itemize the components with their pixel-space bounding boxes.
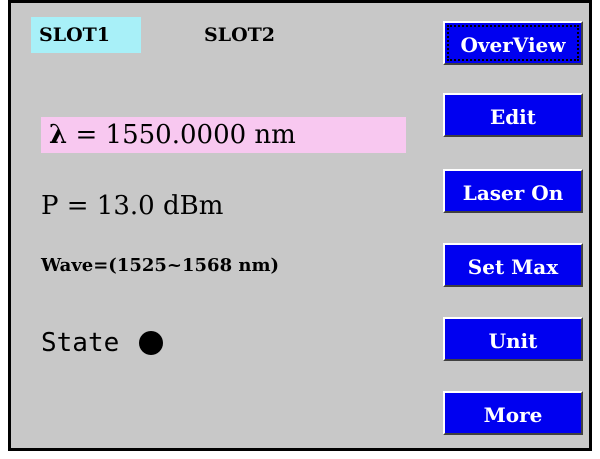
state-label: State: [41, 328, 120, 358]
wavelength-readout: λ = 1550.0000 nm: [41, 117, 406, 153]
wavelength-value: = 1550.0000 nm: [67, 120, 296, 150]
tab-slot1[interactable]: SLOT1: [31, 17, 141, 53]
power-readout: P = 13.0 dBm: [41, 191, 224, 221]
lambda-symbol: λ: [49, 120, 68, 150]
instrument-screen: SLOT1 SLOT2 λ = 1550.0000 nm P = 13.0 dB…: [8, 0, 592, 451]
set-max-button[interactable]: Set Max: [443, 243, 583, 287]
unit-button[interactable]: Unit: [443, 317, 583, 361]
more-button[interactable]: More: [443, 391, 583, 435]
edit-button[interactable]: Edit: [443, 93, 583, 137]
wavelength-range: Wave=(1525~1568 nm): [41, 255, 280, 276]
state-indicator-icon: [139, 331, 164, 355]
state-row: State: [41, 328, 164, 358]
overview-button[interactable]: OverView: [443, 21, 583, 65]
laser-on-button[interactable]: Laser On: [443, 169, 583, 213]
tab-slot2[interactable]: SLOT2: [196, 17, 283, 53]
